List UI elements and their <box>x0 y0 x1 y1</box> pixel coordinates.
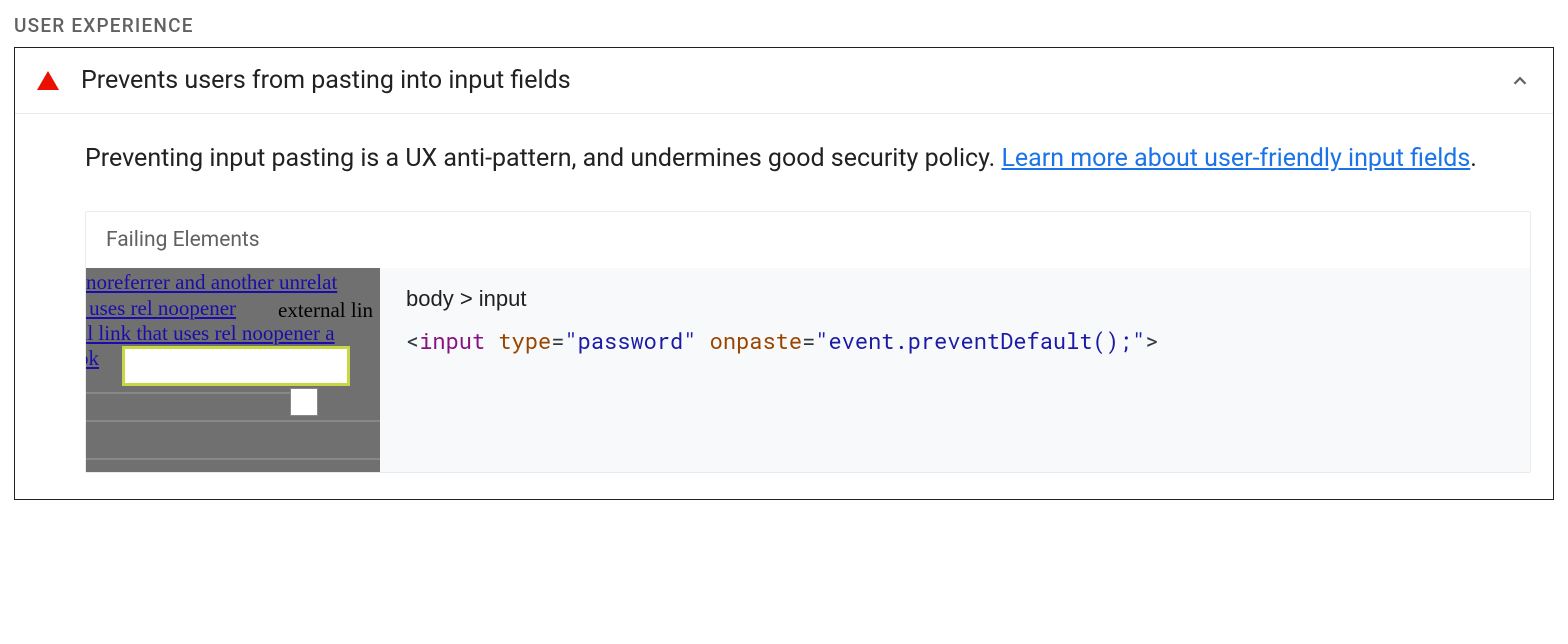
code-string: "event.preventDefault();" <box>815 326 1145 355</box>
thumb-text: ok <box>86 348 99 369</box>
audit-description-suffix: . <box>1470 144 1477 173</box>
audit-card: Prevents users from pasting into input f… <box>14 47 1554 500</box>
code-bracket: < <box>406 326 419 355</box>
thumb-divider <box>86 458 380 460</box>
element-thumbnail: noreferrer and another unrelat t uses re… <box>86 268 380 472</box>
highlighted-input-box <box>122 346 350 386</box>
code-attr: onpaste <box>696 326 802 355</box>
code-eq: = <box>802 326 815 355</box>
code-bracket: > <box>1145 326 1158 355</box>
thumb-text: external lin <box>278 298 373 323</box>
thumb-divider <box>86 392 290 394</box>
element-selector: body > input <box>406 286 1504 312</box>
audit-summary-row[interactable]: Prevents users from pasting into input f… <box>15 48 1553 114</box>
element-code-snippet: <input type="password" onpaste="event.pr… <box>406 326 1504 355</box>
failing-elements-content: noreferrer and another unrelat t uses re… <box>86 268 1530 472</box>
warning-triangle-icon <box>37 71 59 90</box>
element-info: body > input <input type="password" onpa… <box>380 268 1530 472</box>
thumb-text: t uses rel noopener <box>86 298 236 319</box>
chevron-up-icon <box>1509 70 1531 92</box>
broken-image-icon <box>290 388 318 416</box>
code-tag: input <box>419 326 485 355</box>
thumb-divider <box>86 420 380 422</box>
code-eq: = <box>551 326 564 355</box>
audit-description-text: Preventing input pasting is a UX anti-pa… <box>85 144 1001 173</box>
thumb-text: al link that uses rel noopener a <box>86 323 335 344</box>
audit-title: Prevents users from pasting into input f… <box>81 66 1509 95</box>
failing-elements-header: Failing Elements <box>86 212 1530 268</box>
code-string: "password" <box>564 326 696 355</box>
failing-elements-block: Failing Elements noreferrer and another … <box>85 211 1531 473</box>
section-header: USER EXPERIENCE <box>14 14 1554 37</box>
code-attr: type <box>485 326 551 355</box>
audit-details: Preventing input pasting is a UX anti-pa… <box>15 114 1553 499</box>
thumb-text: noreferrer and another unrelat <box>86 272 337 293</box>
learn-more-link[interactable]: Learn more about user-friendly input fie… <box>1001 144 1470 173</box>
audit-description: Preventing input pasting is a UX anti-pa… <box>85 140 1531 179</box>
